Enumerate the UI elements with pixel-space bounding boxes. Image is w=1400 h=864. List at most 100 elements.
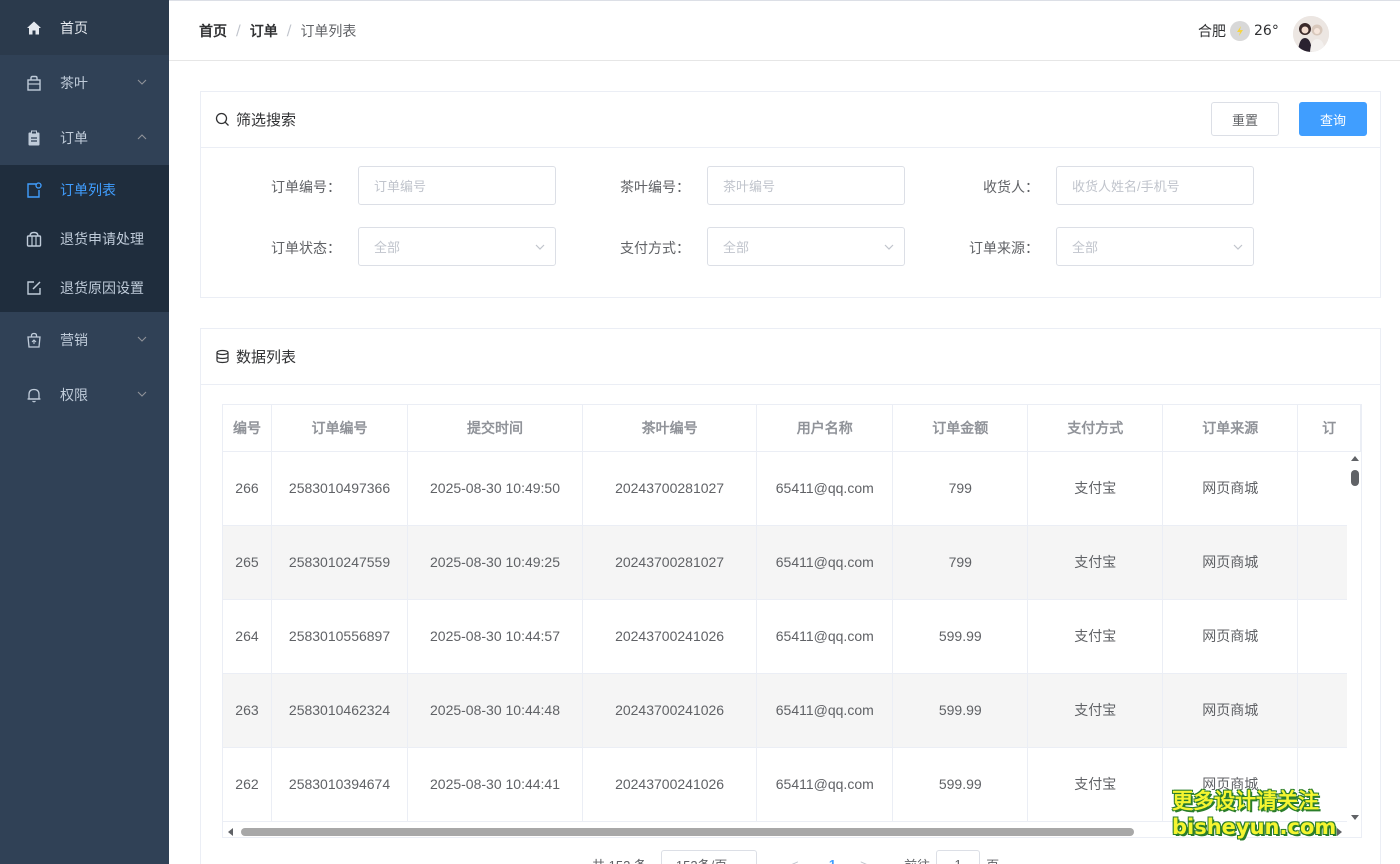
table-cell: 2025-08-30 10:49:25 (407, 525, 583, 600)
table-row[interactable]: 263 2583010462324 2025-08-30 10:44:48 20… (223, 673, 1361, 748)
scroll-down-arrow-icon[interactable] (1351, 815, 1359, 820)
breadcrumb: 首页 / 订单 / 订单列表 (199, 21, 356, 41)
filter-title: 筛选搜索 (236, 111, 297, 129)
avatar[interactable] (1293, 16, 1329, 52)
database-icon (215, 349, 231, 365)
return-box-icon (26, 231, 42, 247)
sidebar-item-tea[interactable]: 茶叶 (0, 55, 169, 110)
next-page-button[interactable]: > (860, 857, 874, 864)
goto-prefix: 前往 (904, 855, 930, 864)
orders-table: 编号 订单编号 提交时间 茶叶编号 用户名称 订单金额 支付方式 订单来源 订 … (222, 404, 1362, 838)
sidebar-item-label: 订单列表 (60, 182, 116, 199)
table-cell: 20243700281027 (582, 525, 758, 600)
table-row[interactable]: 264 2583010556897 2025-08-30 10:44:57 20… (223, 599, 1361, 674)
scroll-right-arrow-icon[interactable] (1337, 828, 1342, 836)
reset-button[interactable]: 重置 (1211, 102, 1279, 136)
prev-page-button[interactable]: < (791, 857, 805, 864)
weather-city: 合肥 (1198, 24, 1226, 40)
column-header[interactable]: 订单金额 (892, 405, 1029, 452)
vertical-scroll-thumb[interactable] (1351, 470, 1359, 486)
table-row[interactable]: 266 2583010497366 2025-08-30 10:49:50 20… (223, 451, 1361, 526)
table-cell: 599.99 (892, 673, 1029, 748)
chevron-down-icon (137, 336, 147, 342)
scroll-left-arrow-icon[interactable] (228, 828, 233, 836)
top-header: 首页 / 订单 / 订单列表 合肥 26° (169, 0, 1400, 61)
column-header[interactable]: 提交时间 (407, 405, 583, 452)
column-header[interactable]: 用户名称 (756, 405, 894, 452)
column-header[interactable]: 支付方式 (1027, 405, 1164, 452)
search-button[interactable]: 查询 (1299, 102, 1367, 136)
sidebar-item-permissions[interactable]: 权限 (0, 367, 169, 422)
breadcrumb-current: 订单列表 (300, 24, 357, 40)
table-cell: 65411@qq.com (756, 599, 894, 674)
sidebar-item-return-requests[interactable]: 退货申请处理 (0, 214, 169, 263)
horizontal-scroll-thumb[interactable] (241, 828, 1134, 836)
chevron-down-icon (137, 391, 147, 397)
table-cell: 支付宝 (1027, 599, 1164, 674)
table-cell: 20243700241026 (582, 673, 758, 748)
breadcrumb-separator: / (286, 23, 292, 39)
table-cell: 网页商城 (1162, 599, 1299, 674)
sidebar-item-order-list[interactable]: 订单列表 (0, 165, 169, 214)
goto-page-input[interactable]: 1 (936, 850, 981, 864)
order-status-label: 订单状态： (271, 241, 341, 257)
page-size-select[interactable]: 152条/页 (660, 850, 757, 864)
table-cell: 599.99 (892, 599, 1029, 674)
table-cell: 262 (223, 747, 272, 822)
table-cell: 65411@qq.com (756, 673, 894, 748)
table-cell: 2583010394674 (271, 747, 409, 822)
sidebar-item-orders[interactable]: 订单 (0, 110, 169, 165)
table-cell: 2025-08-30 10:49:50 (407, 451, 583, 526)
column-header[interactable]: 订单编号 (271, 405, 409, 452)
tea-number-label: 茶叶编号： (620, 180, 690, 196)
order-number-input[interactable]: 订单编号 (358, 166, 556, 205)
table-header-row: 编号 订单编号 提交时间 茶叶编号 用户名称 订单金额 支付方式 订单来源 订 (223, 405, 1361, 452)
sidebar-item-marketing[interactable]: 营销 (0, 312, 169, 367)
payment-method-select[interactable]: 全部 (707, 227, 905, 266)
payment-method-value: 全部 (723, 240, 750, 255)
table-row[interactable]: 265 2583010247559 2025-08-30 10:49:25 20… (223, 525, 1361, 600)
sidebar: 首页 茶叶 订单 订单列表 退货申请处理 退货原因设置 营销 权限 (0, 0, 169, 864)
table-cell: 2583010247559 (271, 525, 409, 600)
page-size-value: 152条/页 (676, 855, 727, 864)
breadcrumb-orders[interactable]: 订单 (250, 21, 278, 41)
table-cell: 266 (223, 451, 272, 526)
table-cell: 65411@qq.com (756, 747, 894, 822)
column-header[interactable]: 订单来源 (1162, 405, 1299, 452)
watermark: 更多设计请关注 bisheyun.com (1172, 788, 1336, 840)
order-status-select[interactable]: 全部 (358, 227, 556, 266)
table-cell: 支付宝 (1027, 747, 1164, 822)
pagination-total: 共 152 条 (592, 855, 647, 864)
order-submenu: 订单列表 退货申请处理 退货原因设置 (0, 165, 169, 312)
table-cell: 网页商城 (1162, 673, 1299, 748)
chevron-up-icon (137, 133, 147, 139)
watermark-line1: 更多设计请关注 (1172, 789, 1319, 813)
table-cell: 20243700281027 (582, 451, 758, 526)
receiver-label: 收货人： (983, 180, 1039, 196)
page-number[interactable]: 1 (829, 857, 836, 864)
table-cell: 支付宝 (1027, 451, 1164, 526)
receiver-input[interactable]: 收货人姓名/手机号 (1056, 166, 1254, 205)
sidebar-item-label: 营销 (60, 332, 88, 349)
weather-temperature: 26° (1254, 23, 1279, 39)
vertical-scrollbar[interactable] (1347, 452, 1361, 824)
column-header[interactable]: 茶叶编号 (582, 405, 758, 452)
table-cell: 20243700241026 (582, 747, 758, 822)
sidebar-item-return-reasons[interactable]: 退货原因设置 (0, 263, 169, 312)
column-header[interactable]: 编号 (223, 405, 272, 452)
breadcrumb-home[interactable]: 首页 (199, 21, 227, 41)
column-header[interactable]: 订 (1297, 405, 1361, 452)
order-source-select[interactable]: 全部 (1056, 227, 1254, 266)
sidebar-item-home[interactable]: 首页 (0, 0, 169, 55)
pagination: 共 152 条 152条/页 < 1 > 前往 1 页 (592, 850, 999, 864)
sidebar-item-label: 茶叶 (60, 75, 88, 92)
table-cell: 265 (223, 525, 272, 600)
tea-number-input[interactable]: 茶叶编号 (707, 166, 905, 205)
table-cell: 263 (223, 673, 272, 748)
order-source-label: 订单来源： (969, 241, 1039, 257)
table-cell: 599.99 (892, 747, 1029, 822)
data-header: 数据列表 (201, 329, 1380, 385)
scroll-up-arrow-icon[interactable] (1351, 456, 1359, 461)
clipboard-icon (26, 130, 42, 146)
chevron-down-icon (137, 79, 147, 85)
